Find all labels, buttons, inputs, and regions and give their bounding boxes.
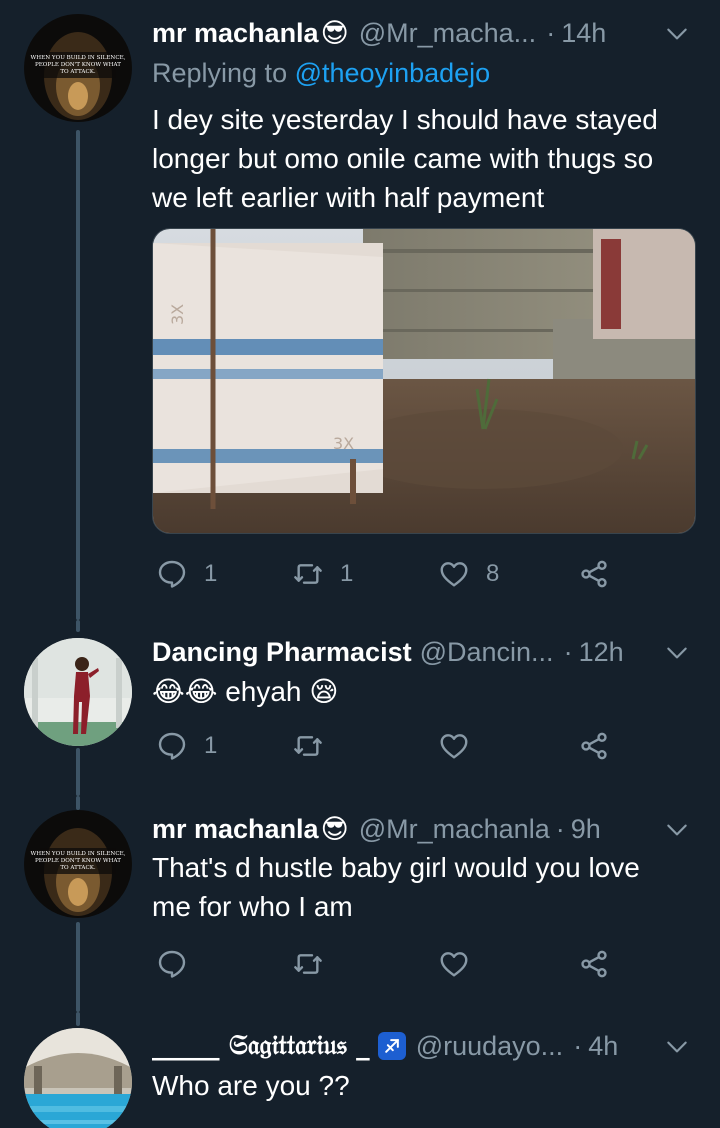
tweet-2[interactable]: Dancing Pharmacist @Dancin... · 12h 😂😂 e… [0,620,720,796]
speech-bubble-icon [158,732,186,760]
heart-icon [440,734,468,759]
avatar-caption-line-2: PEOPLE DON'T KNOW WHAT [35,62,121,68]
mention-link[interactable]: @theoyinbadejo [295,58,491,88]
handle[interactable]: @Mr_macha... [359,18,536,49]
thread-line [76,796,80,810]
retweet-button[interactable]: 1 [292,554,353,594]
heart-icon [440,562,468,587]
display-name[interactable]: mr machanla [152,814,319,845]
like-count: 8 [486,560,500,587]
display-name[interactable]: mr machanla [152,18,319,49]
retweet-button[interactable] [292,944,324,984]
replying-to-label: Replying to [152,58,288,88]
heart-icon [440,952,468,977]
timestamp[interactable]: 9h [571,814,601,845]
reply-button[interactable] [156,944,188,984]
handle[interactable]: @Mr_machanla [359,814,550,845]
like-button[interactable] [438,944,470,984]
tweet-actions [152,944,696,984]
share-button[interactable] [578,944,610,984]
tweet-header: mr machanla 😎 @Mr_macha... · 14h [152,13,696,53]
tweet-text: I dey site yesterday I should have staye… [152,100,696,217]
share-nodes-icon [581,560,607,588]
sagittarius-icon [377,1032,406,1060]
tweet-actions: 1 [152,726,696,766]
retweet-button[interactable] [292,726,324,766]
reply-button[interactable]: 1 [156,554,217,594]
tweet-header: mr machanla 😎 @Mr_machanla · 9h [152,809,696,849]
tweet-text-line: we left earlier with half payment [152,182,545,213]
tweet-1[interactable]: WHEN YOU BUILD IN SILENCE, PEOPLE DON'T … [0,0,720,620]
retweet-arrows-icon [294,564,322,584]
speech-bubble-icon [158,560,186,588]
tweet-text: Who are you ?? [152,1066,696,1105]
sunglasses-emoji: 😎 [320,813,349,844]
tweet-text-line: I dey site yesterday I should have staye… [152,104,658,135]
thread-line [76,748,80,796]
tweet-actions: 1 1 8 [152,554,696,594]
avatar-caption-line-1: WHEN YOU BUILD IN SILENCE, [31,55,126,61]
svg-text:3X: 3X [168,304,187,325]
tweet-text: 😂😂 ehyah 😪 [152,672,696,711]
chevron-down-icon[interactable] [664,640,690,666]
avatar-caption-line-3: TO ATTACK. [60,69,96,75]
timestamp[interactable]: 14h [561,18,606,49]
timestamp[interactable]: 4h [588,1031,618,1062]
retweet-count: 1 [340,560,354,587]
thread-line [76,922,80,1012]
retweet-arrows-icon [294,954,322,974]
tweet-text-line: Who are you ?? [152,1070,350,1101]
display-name[interactable]: Dancing Pharmacist [152,637,412,668]
chevron-down-icon[interactable] [664,1034,690,1060]
reply-count: 1 [204,732,218,759]
speech-bubble-icon [158,950,186,978]
retweet-arrows-icon [294,736,322,756]
separator-dot: · [563,636,573,667]
replying-to: Replying to @theoyinbadejo [152,58,490,89]
tweet-text: That's d hustle baby girl would you love… [152,848,696,926]
handle[interactable]: @ruudayo... [416,1031,564,1062]
separator-dot: · [573,1030,583,1061]
share-nodes-icon [581,950,607,978]
tweet-4[interactable]: _____ 𝔖𝔞𝔤𝔦𝔱𝔱𝔞𝔯𝔦𝔲𝔰 _ @ruudayo... · 4h Who… [0,1012,720,1128]
chevron-down-icon[interactable] [664,21,690,47]
tweet-text-line: me for who I am [152,891,353,922]
like-button[interactable]: 8 [438,554,499,594]
tweet-photo[interactable]: 3X 3X [152,228,696,534]
tweet-header: _____ 𝔖𝔞𝔤𝔦𝔱𝔱𝔞𝔯𝔦𝔲𝔰 _ @ruudayo... · 4h [152,1026,696,1066]
avatar[interactable] [24,1028,132,1128]
display-name[interactable]: _____ 𝔖𝔞𝔤𝔦𝔱𝔱𝔞𝔯𝔦𝔲𝔰 _ [152,1030,370,1062]
handle[interactable]: @Dancin... [420,637,554,668]
tweet-3[interactable]: WHEN YOU BUILD IN SILENCE, PEOPLE DON'T … [0,796,720,1012]
avatar[interactable]: WHEN YOU BUILD IN SILENCE, PEOPLE DON'T … [24,14,132,122]
avatar[interactable] [24,638,132,746]
tweet-header: Dancing Pharmacist @Dancin... · 12h [152,632,696,672]
sunglasses-emoji: 😎 [320,17,349,48]
thread-line [76,130,80,620]
share-nodes-icon [581,732,607,760]
avatar[interactable]: WHEN YOU BUILD IN SILENCE, PEOPLE DON'T … [24,810,132,918]
separator-dot: · [555,813,565,844]
tweet-text-line: That's d hustle baby girl would you love [152,852,640,883]
timestamp[interactable]: 12h [579,637,624,668]
avatar-caption-line-3: TO ATTACK. [60,865,96,871]
reply-count: 1 [204,560,218,587]
tweet-text-line: 😂😂 ehyah 😪 [152,676,339,707]
tweet-text-line: longer but omo onile came with thugs so [152,143,654,174]
avatar-caption-line-1: WHEN YOU BUILD IN SILENCE, [31,851,126,857]
separator-dot: · [546,17,556,48]
avatar-caption-line-2: PEOPLE DON'T KNOW WHAT [35,858,121,864]
share-button[interactable] [578,726,610,766]
conversation-thread: WHEN YOU BUILD IN SILENCE, PEOPLE DON'T … [0,0,720,1128]
thread-line [76,1012,80,1026]
reply-button[interactable]: 1 [156,726,217,766]
svg-text:3X: 3X [333,434,354,453]
chevron-down-icon[interactable] [664,817,690,843]
thread-line [76,620,80,632]
share-button[interactable] [578,554,610,594]
like-button[interactable] [438,726,470,766]
